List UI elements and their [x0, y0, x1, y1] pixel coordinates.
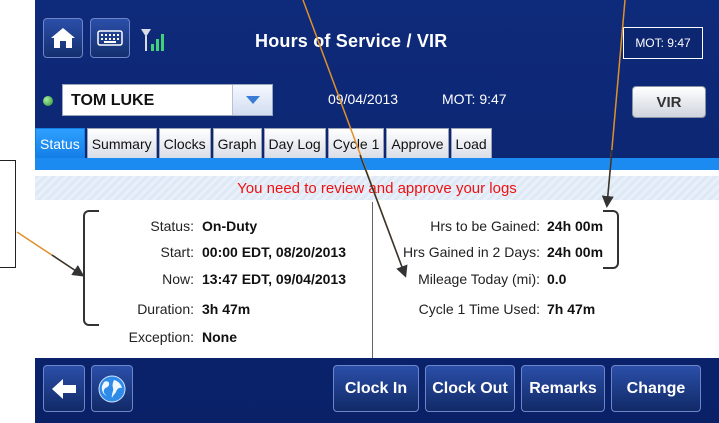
clock-out-button[interactable]: Clock Out	[425, 365, 515, 412]
home-icon	[51, 28, 75, 48]
driver-dropdown-button[interactable]	[232, 85, 272, 115]
tab-status[interactable]: Status	[35, 128, 85, 158]
field-value: 24h 00m	[547, 218, 604, 234]
keyboard-icon	[97, 30, 123, 46]
field-value: 7h 47m	[547, 301, 596, 317]
left-bracket-annotation	[83, 210, 99, 326]
home-button[interactable]	[43, 18, 83, 58]
field-label: Exception:	[128, 329, 194, 345]
tab-clocks[interactable]: Clocks	[158, 128, 211, 158]
mot-time-display: MOT: 9:47	[623, 27, 703, 59]
screenshot: Hours of Service / VIR MOT: 9:47 TOM LUK…	[0, 0, 719, 423]
tab-load[interactable]: Load	[450, 128, 492, 158]
signal-strength-icon	[141, 29, 164, 51]
tab-cycle-1[interactable]: Cycle 1	[327, 128, 385, 158]
globe-button[interactable]	[91, 365, 133, 412]
alert-message: You need to review and approve your logs	[35, 176, 719, 200]
annotation-box	[0, 160, 16, 268]
chevron-down-icon	[245, 96, 260, 104]
bottom-toolbar: Clock In Clock Out Remarks Change	[35, 360, 719, 423]
clock-in-button[interactable]: Clock In	[333, 365, 419, 412]
tab-underline	[35, 158, 719, 170]
current-date: 09/04/2013	[328, 91, 399, 107]
change-button[interactable]: Change	[611, 365, 701, 412]
driver-status-indicator	[43, 96, 53, 106]
tab-bar: Status Summary Clocks Graph Day Log Cycl…	[35, 128, 494, 158]
remarks-button[interactable]: Remarks	[521, 365, 605, 412]
driver-name: TOM LUKE	[71, 92, 155, 109]
field-value: 24h 00m	[547, 244, 604, 260]
tab-day-log[interactable]: Day Log	[263, 128, 326, 158]
arrow-left-icon	[52, 378, 76, 399]
driver-select[interactable]: TOM LUKE	[62, 84, 273, 116]
globe-icon	[98, 375, 126, 402]
field-label: Cycle 1 Time Used:	[418, 301, 540, 317]
keyboard-button[interactable]	[90, 18, 130, 58]
mot-label: MOT: 9:47	[442, 91, 507, 107]
tab-approve[interactable]: Approve	[386, 128, 449, 158]
right-bracket-annotation	[603, 210, 619, 269]
field-value: 0.0	[547, 271, 567, 287]
field-label: Hrs to be Gained:	[430, 218, 540, 234]
page-title: Hours of Service / VIR	[255, 31, 448, 51]
tab-graph[interactable]: Graph	[212, 128, 262, 158]
field-value: None	[202, 329, 237, 345]
back-button[interactable]	[43, 365, 85, 412]
field-label: Mileage Today (mi):	[418, 271, 540, 287]
field-label: Hrs Gained in 2 Days:	[403, 244, 540, 260]
tab-summary[interactable]: Summary	[86, 128, 157, 158]
vir-button[interactable]: VIR	[632, 86, 706, 118]
